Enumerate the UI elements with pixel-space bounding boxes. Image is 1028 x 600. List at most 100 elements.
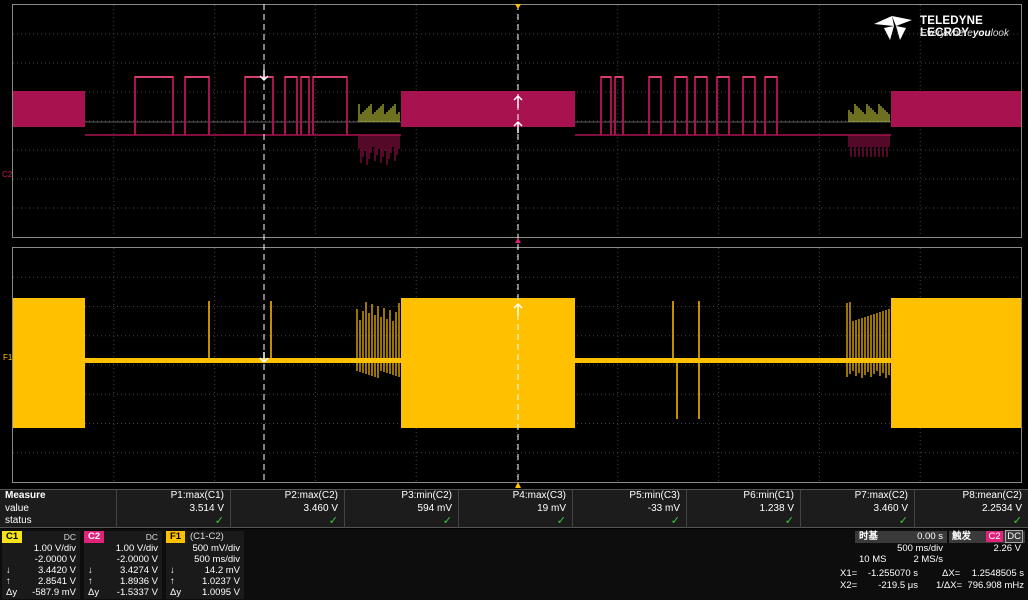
timebase-per-div: 500 ms/div xyxy=(897,543,943,554)
measure-labels: Measure value status xyxy=(0,490,116,528)
c2-row-symbol: ↓ xyxy=(88,565,93,576)
measure-param-3[interactable]: P3:min(C2) 594 mV ✓ xyxy=(344,490,458,528)
c2-row: ↓ 3.4274 V xyxy=(84,565,162,576)
c1-row-symbol: ↑ xyxy=(6,576,11,587)
measure-param-6[interactable]: P6:min(C1) 1.238 V ✓ xyxy=(686,490,800,528)
trigger-level: 2.26 V xyxy=(993,543,1021,554)
measure-param-7-name: P7:max(C2) xyxy=(854,490,908,501)
f1-row-value: 500 ms/div xyxy=(194,554,240,565)
dx-label: ΔX= xyxy=(942,568,961,579)
measure-param-5-status: ✓ xyxy=(670,515,680,527)
c2-row-value: -2.0000 V xyxy=(116,554,158,565)
measure-param-2[interactable]: P2:max(C2) 3.460 V ✓ xyxy=(230,490,344,528)
measure-param-4[interactable]: P4:max(C3) 19 mV ✓ xyxy=(458,490,572,528)
c2-row: ↑ 1.8936 V xyxy=(84,576,162,587)
c2-row-value: 1.00 V/div xyxy=(115,543,158,554)
trigger-source: C2 xyxy=(986,531,1003,542)
c1-row: ↑ 2.8541 V xyxy=(2,576,80,587)
c1-row-value: 1.00 V/div xyxy=(33,543,76,554)
f1-descriptor[interactable]: F1 (C1-C2) 500 mV/div 500 ms/div ↓ 14.2 mV ↑ 1… xyxy=(166,531,244,599)
measure-param-5-name: P5:min(C3) xyxy=(629,490,680,501)
dx-value: 1.2548505 s xyxy=(971,568,1024,579)
measure-param-5[interactable]: P5:min(C3) -33 mV ✓ xyxy=(572,490,686,528)
c1-row: -2.0000 V xyxy=(2,554,80,565)
c2-row-symbol: ↑ xyxy=(88,576,93,587)
x1-value: -1.255070 s xyxy=(867,568,918,579)
x1-label: X1= xyxy=(840,568,858,579)
f1-tag: F1 xyxy=(166,531,186,543)
c1-row: ↓ 3.4420 V xyxy=(2,565,80,576)
c1-row: 1.00 V/div xyxy=(2,543,80,554)
measure-param-7[interactable]: P7:max(C2) 3.460 V ✓ xyxy=(800,490,914,528)
measure-param-8[interactable]: P8:mean(C2) 2.2534 V ✓ xyxy=(914,490,1028,528)
c1-tag: C1 xyxy=(2,531,23,543)
timebase-delay: 0.00 s xyxy=(917,531,943,542)
cursor-x1-f1-down-arrow-icon xyxy=(259,352,269,364)
f1-row-symbol: ↓ xyxy=(170,565,175,576)
c2-row: -2.0000 V xyxy=(84,554,162,565)
trigger-marker-mid-icon xyxy=(515,238,521,243)
descriptor-bar: C1 DC 1.00 V/div -2.0000 V ↓ 3.4420 V ↑ 2.8541… xyxy=(0,529,1028,600)
measure-param-4-value: 19 mV xyxy=(537,502,566,514)
c2-coupling: DC xyxy=(145,532,158,542)
c1-row-value: -2.0000 V xyxy=(34,554,76,565)
measure-param-6-status: ✓ xyxy=(784,515,794,527)
cursor-x2-c2-up-arrow-top-icon xyxy=(513,94,523,108)
measure-param-3-name: P3:min(C2) xyxy=(401,490,452,501)
f1-row: ↑ 1.0237 V xyxy=(166,576,244,587)
measure-param-3-status: ✓ xyxy=(442,515,452,527)
cursor-x2-c2-up-arrow-icon xyxy=(513,120,523,133)
measure-param-2-status: ✓ xyxy=(328,515,338,527)
c2-row-value: 3.4274 V xyxy=(119,565,158,576)
measure-param-1-status: ✓ xyxy=(214,515,224,527)
f1-row: 500 mV/div xyxy=(166,543,244,554)
cursor-x2-f1-up-arrow-icon xyxy=(513,302,523,316)
c2-row-value: -1.5337 V xyxy=(116,587,158,598)
f1-row: Δy 1.0095 V xyxy=(166,587,244,598)
trigger-descriptor[interactable]: 触发 C2 DC 2.26 V xyxy=(949,530,1025,554)
trigger-delay-bottom-icon xyxy=(515,482,521,488)
measure-title: Measure xyxy=(5,490,46,501)
c2-row-value: 1.8936 V xyxy=(119,576,158,587)
c1-row-value: 2.8541 V xyxy=(37,576,76,587)
measure-value-label: value xyxy=(5,502,29,514)
measure-param-3-value: 594 mV xyxy=(417,502,452,514)
c2-descriptor[interactable]: C2 DC 1.00 V/div -2.0000 V ↓ 3.4274 V ↑ 1.8936… xyxy=(84,531,162,599)
measure-param-8-name: P8:mean(C2) xyxy=(962,490,1022,501)
trigger-coupling: DC xyxy=(1005,530,1023,543)
f1-row-value: 500 mV/div xyxy=(192,543,240,554)
c2-row: 1.00 V/div xyxy=(84,543,162,554)
measure-param-2-value: 3.460 V xyxy=(303,502,338,514)
c2-tag: C2 xyxy=(84,531,105,543)
measure-param-8-value: 2.2534 V xyxy=(981,502,1022,514)
measure-table[interactable]: Measure value status P1:max(C1) 3.514 V ✓ P… xyxy=(0,489,1028,528)
cursor-x1-c2-down-arrow-icon xyxy=(259,70,269,82)
timebase-samples: 10 MS xyxy=(859,554,887,565)
measure-param-4-status: ✓ xyxy=(556,515,566,527)
inv-dx-value: 796.908 mHz xyxy=(967,580,1024,591)
cursor-overlay xyxy=(259,4,523,488)
f1-row: 500 ms/div xyxy=(166,554,244,565)
measure-param-8-status: ✓ xyxy=(1012,515,1022,527)
f1-row: ↓ 14.2 mV xyxy=(166,565,244,576)
timebase-rate: 2 MS/s xyxy=(913,554,943,565)
timebase-label: 时基 xyxy=(859,531,879,542)
c1-row-value: 3.4420 V xyxy=(37,565,76,576)
measure-param-6-value: 1.238 V xyxy=(759,502,794,514)
c1-descriptor[interactable]: C1 DC 1.00 V/div -2.0000 V ↓ 3.4420 V ↑ 2.8541… xyxy=(2,531,80,599)
c1-row-value: -587.9 mV xyxy=(32,587,76,598)
c1-row: Δy -587.9 mV xyxy=(2,587,80,598)
x2-label: X2= xyxy=(840,580,858,591)
timebase-descriptor[interactable]: 时基 0.00 s 500 ms/div 10 MS 2 MS/s xyxy=(855,531,947,565)
inv-dx-label: 1/ΔX= xyxy=(936,580,963,591)
measure-param-7-status: ✓ xyxy=(898,515,908,527)
f1-formula: (C1-C2) xyxy=(190,531,224,542)
c1-coupling: DC xyxy=(63,532,76,542)
measure-param-5-value: -33 mV xyxy=(647,502,680,514)
c2-row-symbol: Δy xyxy=(88,587,100,598)
measure-param-1-name: P1:max(C1) xyxy=(170,490,224,501)
f1-row-value: 14.2 mV xyxy=(204,565,240,576)
x2-value: -219.5 μs xyxy=(878,580,918,591)
measure-param-1[interactable]: P1:max(C1) 3.514 V ✓ xyxy=(116,490,230,528)
f1-row-value: 1.0237 V xyxy=(201,576,240,587)
